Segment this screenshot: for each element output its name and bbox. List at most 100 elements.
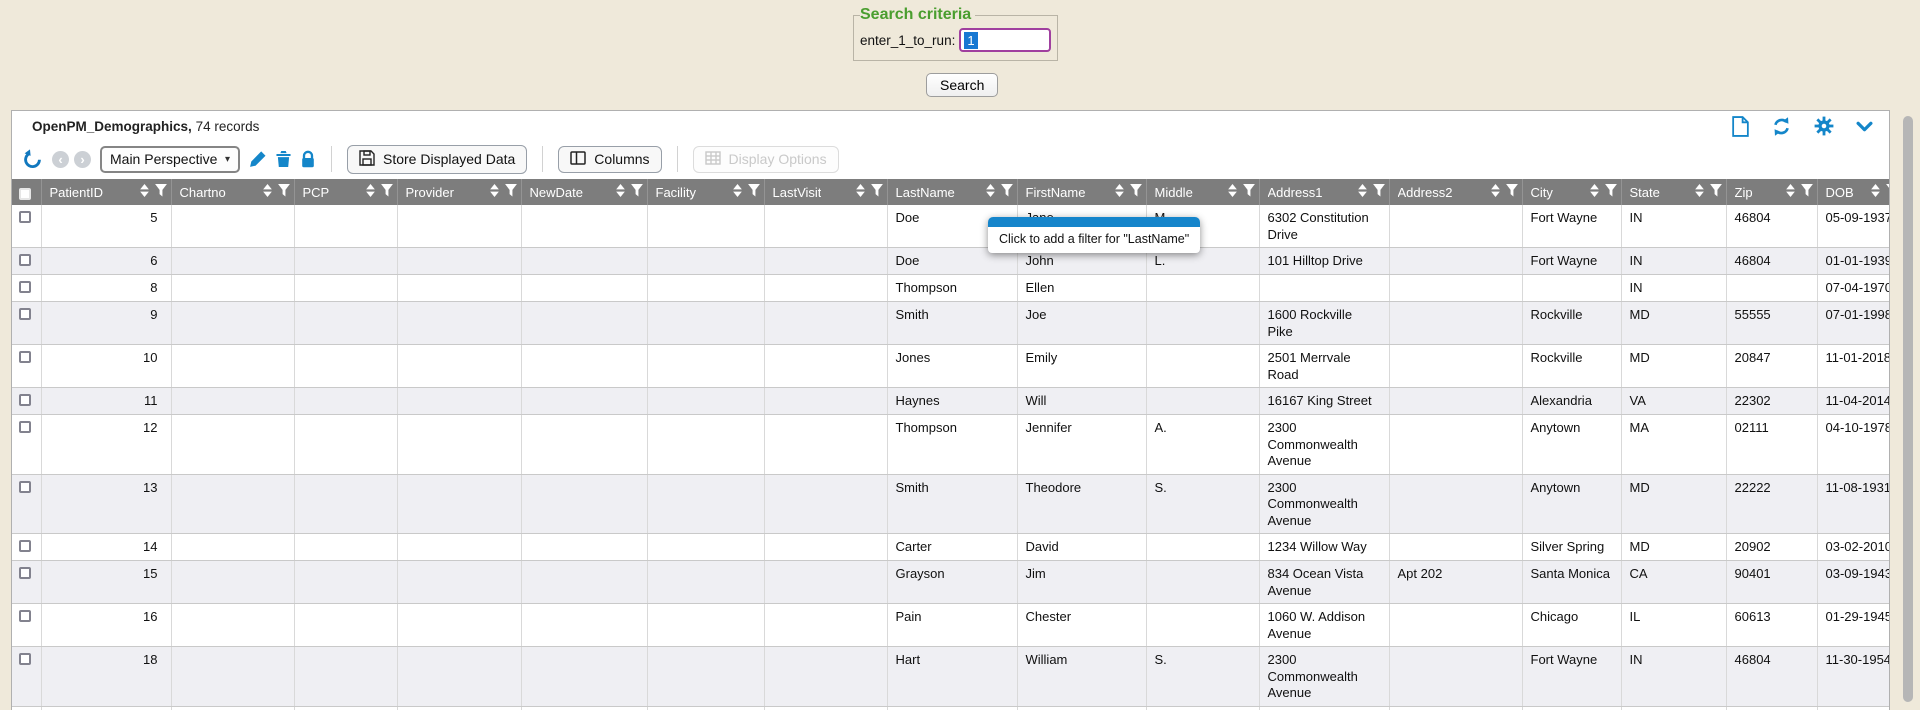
cell-Facility bbox=[647, 561, 764, 604]
sort-icon[interactable] bbox=[366, 184, 375, 200]
column-header-DOB[interactable]: DOB bbox=[1817, 179, 1890, 205]
row-checkbox[interactable] bbox=[19, 211, 31, 223]
cell-Address1: 6302 Constitution Drive bbox=[1259, 205, 1389, 248]
cell-PCP bbox=[294, 647, 397, 707]
column-header-LastName[interactable]: LastName bbox=[887, 179, 1017, 205]
column-header-Provider[interactable]: Provider bbox=[397, 179, 521, 205]
back-icon[interactable]: ‹ bbox=[52, 151, 69, 168]
sort-icon[interactable] bbox=[1358, 184, 1367, 200]
row-checkbox[interactable] bbox=[19, 481, 31, 493]
column-header-Facility[interactable]: Facility bbox=[647, 179, 764, 205]
cell-PCP bbox=[294, 248, 397, 275]
sort-icon[interactable] bbox=[1491, 184, 1500, 200]
sort-icon[interactable] bbox=[616, 184, 625, 200]
filter-icon[interactable] bbox=[1130, 184, 1142, 200]
row-checkbox[interactable] bbox=[19, 351, 31, 363]
row-checkbox[interactable] bbox=[19, 308, 31, 320]
sort-icon[interactable] bbox=[1871, 184, 1880, 200]
filter-icon[interactable] bbox=[1506, 184, 1518, 200]
sort-icon[interactable] bbox=[1590, 184, 1599, 200]
filter-icon[interactable] bbox=[1801, 184, 1813, 200]
column-header-Zip[interactable]: Zip bbox=[1726, 179, 1817, 205]
column-header-NewDate[interactable]: NewDate bbox=[521, 179, 647, 205]
row-checkbox[interactable] bbox=[19, 610, 31, 622]
filter-icon[interactable] bbox=[871, 184, 883, 200]
cell-PCP bbox=[294, 706, 397, 710]
column-header-FirstName[interactable]: FirstName bbox=[1017, 179, 1146, 205]
vertical-scrollbar-thumb[interactable] bbox=[1903, 116, 1913, 702]
display-options-button: Display Options bbox=[693, 146, 839, 173]
row-checkbox[interactable] bbox=[19, 653, 31, 665]
column-header-PCP[interactable]: PCP bbox=[294, 179, 397, 205]
columns-button[interactable]: Columns bbox=[558, 146, 661, 173]
filter-icon[interactable] bbox=[1373, 184, 1385, 200]
sort-icon[interactable] bbox=[1695, 184, 1704, 200]
cell-PatientID: 12 bbox=[41, 415, 171, 475]
filter-icon[interactable] bbox=[381, 184, 393, 200]
cell-NewDate bbox=[521, 604, 647, 647]
cell-NewDate bbox=[521, 474, 647, 534]
sort-icon[interactable] bbox=[1115, 184, 1124, 200]
filter-tooltip-bar bbox=[988, 217, 1200, 227]
row-checkbox[interactable] bbox=[19, 540, 31, 552]
cell-NewDate bbox=[521, 205, 647, 248]
chevron-down-icon[interactable] bbox=[1856, 121, 1873, 132]
filter-icon[interactable] bbox=[1605, 184, 1617, 200]
sort-icon[interactable] bbox=[490, 184, 499, 200]
column-header-State[interactable]: State bbox=[1621, 179, 1726, 205]
pencil-icon[interactable] bbox=[249, 150, 267, 168]
cell-Middle: S. bbox=[1146, 474, 1259, 534]
column-header-Middle[interactable]: Middle bbox=[1146, 179, 1259, 205]
cell-NewDate bbox=[521, 275, 647, 302]
cell-LastName: Pain bbox=[887, 604, 1017, 647]
sort-icon[interactable] bbox=[263, 184, 272, 200]
cell-LastVisit bbox=[764, 647, 887, 707]
cell-PCP bbox=[294, 275, 397, 302]
sort-icon[interactable] bbox=[856, 184, 865, 200]
trash-icon[interactable] bbox=[276, 150, 291, 168]
cell-Facility bbox=[647, 248, 764, 275]
records-panel: OpenPM_Demographics, 74 records ‹ › Main… bbox=[11, 110, 1890, 710]
filter-icon[interactable] bbox=[1243, 184, 1255, 200]
sort-icon[interactable] bbox=[986, 184, 995, 200]
filter-icon[interactable] bbox=[748, 184, 760, 200]
perspective-select[interactable]: Main Perspective ▾ bbox=[100, 146, 240, 173]
undo-icon[interactable] bbox=[22, 149, 43, 170]
filter-tooltip[interactable]: Click to add a filter for "LastName" bbox=[988, 217, 1200, 253]
forward-icon[interactable]: › bbox=[74, 151, 91, 168]
row-checkbox[interactable] bbox=[19, 567, 31, 579]
sort-icon[interactable] bbox=[140, 184, 149, 200]
filter-icon[interactable] bbox=[1886, 184, 1891, 200]
filter-icon[interactable] bbox=[1710, 184, 1722, 200]
gear-icon[interactable] bbox=[1814, 116, 1834, 136]
filter-icon[interactable] bbox=[505, 184, 517, 200]
column-header-Chartno[interactable]: Chartno bbox=[171, 179, 294, 205]
new-document-icon[interactable] bbox=[1732, 116, 1749, 137]
row-checkbox[interactable] bbox=[19, 281, 31, 293]
cell-City: Fort Wayne bbox=[1522, 205, 1621, 248]
refresh-icon[interactable] bbox=[1771, 116, 1792, 137]
enter-1-to-run-input[interactable]: 1 bbox=[959, 28, 1051, 52]
column-header-Address1[interactable]: Address1 bbox=[1259, 179, 1389, 205]
lock-icon[interactable] bbox=[300, 150, 316, 168]
sort-icon[interactable] bbox=[1228, 184, 1237, 200]
column-header-Address2[interactable]: Address2 bbox=[1389, 179, 1522, 205]
cell-City: Silver Spring bbox=[1522, 534, 1621, 561]
cell-Middle bbox=[1146, 345, 1259, 388]
filter-icon[interactable] bbox=[631, 184, 643, 200]
row-checkbox[interactable] bbox=[19, 394, 31, 406]
row-checkbox[interactable] bbox=[19, 421, 31, 433]
filter-icon[interactable] bbox=[1001, 184, 1013, 200]
select-all-checkbox[interactable] bbox=[19, 188, 31, 200]
search-button[interactable]: Search bbox=[926, 73, 998, 97]
store-displayed-data-button[interactable]: Store Displayed Data bbox=[347, 145, 527, 174]
filter-icon[interactable] bbox=[278, 184, 290, 200]
column-header-PatientID[interactable]: PatientID bbox=[41, 179, 171, 205]
row-checkbox[interactable] bbox=[19, 254, 31, 266]
cell-Zip: 46804 bbox=[1726, 248, 1817, 275]
column-header-LastVisit[interactable]: LastVisit bbox=[764, 179, 887, 205]
column-header-City[interactable]: City bbox=[1522, 179, 1621, 205]
sort-icon[interactable] bbox=[733, 184, 742, 200]
filter-icon[interactable] bbox=[155, 184, 167, 200]
sort-icon[interactable] bbox=[1786, 184, 1795, 200]
